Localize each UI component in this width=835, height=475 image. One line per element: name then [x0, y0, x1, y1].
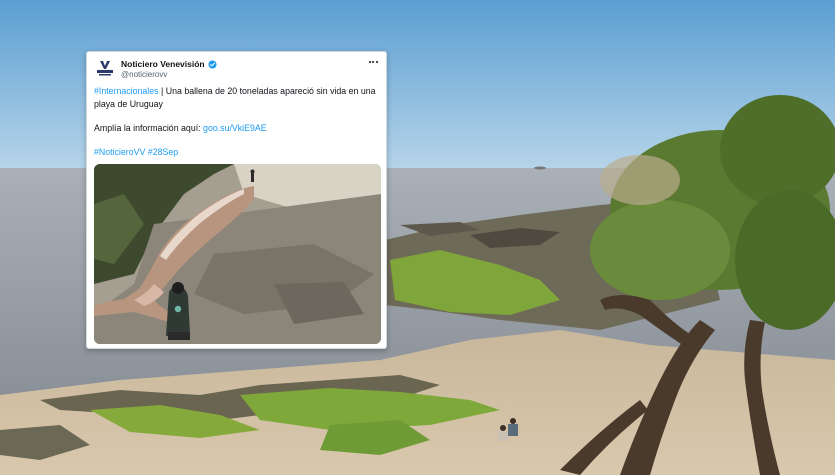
name-row: Noticiero Venevisión: [121, 58, 217, 70]
display-name[interactable]: Noticiero Venevisión: [121, 59, 205, 69]
hashtag-noticierovv[interactable]: #NoticieroVV: [94, 147, 145, 157]
tweet-card[interactable]: Noticiero Venevisión @noticierovv #Inter…: [86, 51, 387, 349]
tweet-text: #Internacionales | Una ballena de 20 ton…: [94, 85, 382, 158]
tweet-image[interactable]: [94, 164, 381, 344]
tweet-header: Noticiero Venevisión @noticierovv: [93, 56, 380, 82]
verified-badge-icon: [208, 59, 217, 69]
hashtag-28sep[interactable]: #28Sep: [148, 147, 178, 157]
more-info-text: Amplía la información aquí:: [94, 122, 204, 133]
user-handle[interactable]: @noticierovv: [121, 70, 167, 79]
article-link[interactable]: goo.su/VkiE9AE: [203, 123, 267, 133]
whale-on-beach-photo: [94, 164, 381, 344]
avatar[interactable]: [94, 58, 116, 80]
venevision-logo-icon: [94, 58, 116, 80]
hashtag-internacionales[interactable]: #Internacionales: [94, 86, 159, 96]
tweet-line-headline: #Internacionales | Una ballena de 20 ton…: [94, 85, 382, 110]
more-options-icon[interactable]: [366, 56, 380, 68]
tweet-line-hashtags: #NoticieroVV #28Sep: [94, 146, 382, 159]
tweet-line-more-info: Amplía la información aquí: goo.su/VkiE9…: [94, 122, 382, 135]
